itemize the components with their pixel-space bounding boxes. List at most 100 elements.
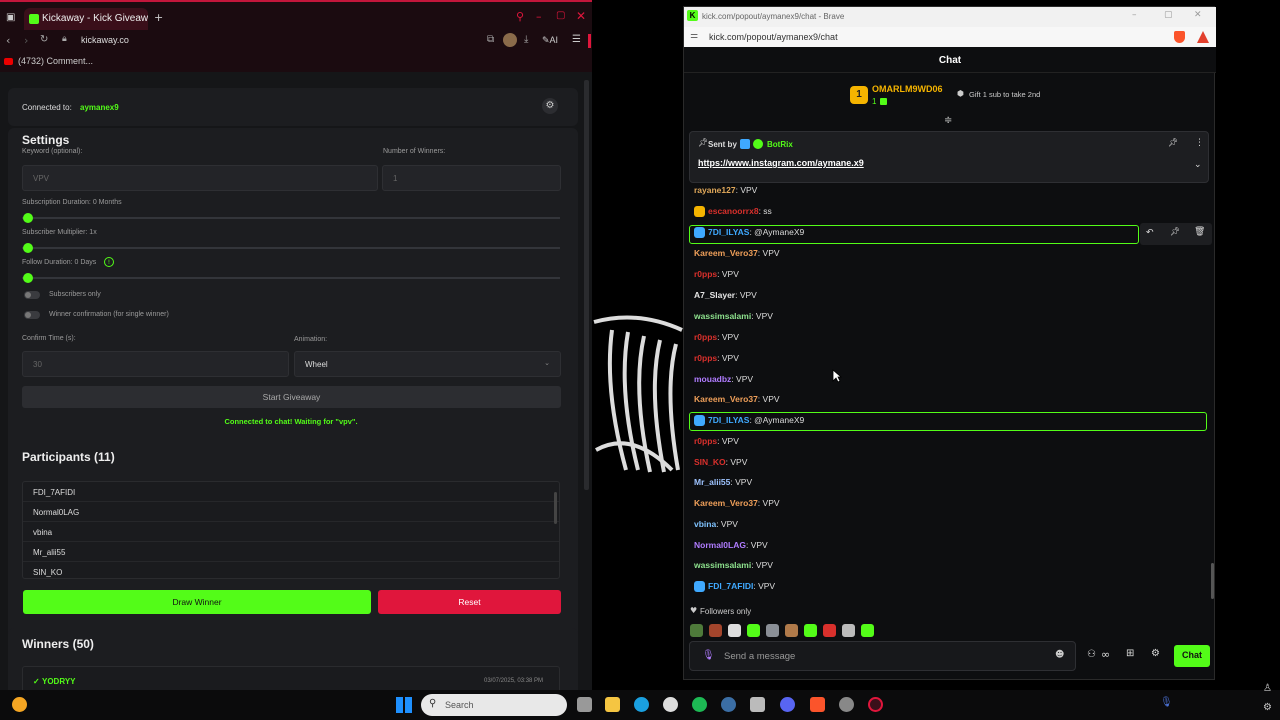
emote-icon[interactable] bbox=[804, 624, 817, 638]
slider-knob[interactable] bbox=[23, 243, 33, 253]
chat-username[interactable]: 7DI_ILYAS bbox=[708, 227, 749, 237]
slider-knob[interactable] bbox=[23, 273, 33, 283]
pinned-author[interactable]: BotRix bbox=[767, 140, 793, 149]
chat-settings-icon[interactable]: ⚙ bbox=[1151, 648, 1160, 659]
winners-input[interactable]: 1 bbox=[382, 165, 561, 191]
chat-username[interactable]: r0pps bbox=[694, 269, 717, 279]
bookmark-item[interactable]: (4732) Comment... bbox=[18, 56, 93, 66]
pinned-link[interactable]: https://www.instagram.com/aymane.x9 bbox=[698, 158, 864, 168]
emote-icon[interactable] bbox=[785, 624, 798, 638]
follow-duration-slider[interactable] bbox=[22, 273, 560, 283]
collapse-icon[interactable]: ≑ bbox=[944, 115, 952, 126]
page-scrollbar[interactable] bbox=[584, 80, 589, 490]
start-button[interactable] bbox=[396, 697, 412, 713]
chat-username[interactable]: mouadbz bbox=[694, 374, 731, 384]
gift-cta[interactable]: Gift 1 sub to take 2nd bbox=[969, 90, 1040, 99]
brave-shield-icon[interactable] bbox=[1174, 31, 1185, 43]
keyword-input[interactable]: VPV bbox=[22, 165, 378, 191]
message-input[interactable]: 🎙︎ Send a message ☻ bbox=[689, 641, 1076, 671]
chat-username[interactable]: Kareem_Vero37 bbox=[694, 394, 758, 404]
workspaces-icon[interactable]: ▣ bbox=[6, 12, 15, 23]
edge-icon[interactable] bbox=[634, 697, 649, 712]
unpin-icon[interactable]: 📌︎ bbox=[1168, 138, 1178, 147]
animation-select[interactable]: Wheel ⌄ bbox=[294, 351, 561, 377]
reset-button[interactable]: Reset bbox=[378, 590, 561, 614]
pin-message-icon[interactable]: 📌︎ bbox=[1170, 227, 1180, 236]
maximize-icon[interactable]: ▢ bbox=[1164, 10, 1173, 20]
opera-icon[interactable] bbox=[868, 697, 883, 712]
subscribers-only-toggle[interactable] bbox=[24, 291, 40, 299]
chat-username[interactable]: A7_Slayer bbox=[694, 290, 735, 300]
chat-username[interactable]: SIN_KO bbox=[694, 457, 726, 467]
chat-username[interactable]: Kareem_Vero37 bbox=[694, 498, 758, 508]
back-icon[interactable]: ‹ bbox=[6, 34, 10, 47]
spotify-icon[interactable] bbox=[692, 697, 707, 712]
menu-icon[interactable]: ☰ bbox=[572, 34, 581, 45]
reload-icon[interactable]: ↻ bbox=[40, 34, 48, 45]
site-settings-icon[interactable]: ⚌ bbox=[690, 31, 698, 41]
emote-icon[interactable] bbox=[823, 624, 836, 638]
taskbar-search[interactable]: ⚲ Search bbox=[421, 694, 567, 716]
settings-tray-icon[interactable]: ⚙ bbox=[1263, 702, 1272, 713]
minimize-icon[interactable]: – bbox=[1132, 10, 1137, 20]
weather-icon[interactable] bbox=[12, 697, 27, 712]
emote-icon[interactable] bbox=[709, 624, 722, 638]
mail-icon[interactable] bbox=[750, 697, 765, 712]
close-window-icon[interactable]: ✕ bbox=[576, 9, 586, 23]
chat-username[interactable]: wassimsalami bbox=[694, 560, 751, 570]
chat-username[interactable]: escanoorrx8 bbox=[708, 206, 759, 216]
file-explorer-icon[interactable] bbox=[605, 697, 620, 712]
forward-icon[interactable]: › bbox=[24, 34, 28, 47]
gift-button-icon[interactable]: ⊞ bbox=[1126, 648, 1134, 659]
close-window-icon[interactable]: ✕ bbox=[1194, 10, 1202, 20]
sub-duration-slider[interactable] bbox=[22, 213, 560, 223]
steam-icon[interactable] bbox=[721, 697, 736, 712]
chat-username[interactable]: 7DI_ILYAS bbox=[708, 415, 749, 425]
tab-kickaway[interactable]: Kickaway - Kick Giveaway bbox=[24, 8, 148, 32]
download-icon[interactable]: ⤓ bbox=[524, 34, 528, 45]
chat-username[interactable]: vbina bbox=[694, 519, 716, 529]
chat-username[interactable]: Mr_alii55 bbox=[694, 477, 730, 487]
emote-icon[interactable] bbox=[747, 624, 760, 638]
profile-avatar[interactable] bbox=[503, 33, 517, 47]
scrollbar[interactable] bbox=[554, 492, 557, 524]
chat-username[interactable]: r0pps bbox=[694, 332, 717, 342]
kickbot-icon[interactable]: ⚇ bbox=[1087, 649, 1096, 660]
chat-username[interactable]: r0pps bbox=[694, 436, 717, 446]
emote-icon[interactable] bbox=[728, 624, 741, 638]
winner-confirmation-toggle[interactable] bbox=[24, 311, 40, 319]
chat-username[interactable]: r0pps bbox=[694, 353, 717, 363]
emote-icon[interactable] bbox=[842, 624, 855, 638]
chat-username[interactable]: Normal0LAG bbox=[694, 540, 746, 550]
xbox-icon[interactable] bbox=[663, 697, 678, 712]
chat-username[interactable]: Kareem_Vero37 bbox=[694, 248, 758, 258]
minimize-icon[interactable]: – bbox=[536, 10, 542, 23]
brave-rewards-icon[interactable] bbox=[1197, 31, 1209, 43]
infinity-icon[interactable]: ∞ bbox=[1101, 648, 1110, 661]
draw-winner-button[interactable]: Draw Winner bbox=[23, 590, 371, 614]
microphone-tray-icon[interactable]: 🎙︎ bbox=[1160, 697, 1173, 708]
participants-list[interactable]: FDI_7AFIDI Normal0LAG vbina Mr_alii55 SI… bbox=[22, 481, 560, 579]
reply-icon[interactable]: ↶ bbox=[1146, 228, 1154, 238]
app-icon[interactable] bbox=[839, 697, 854, 712]
emoji-icon[interactable]: ☻ bbox=[1055, 650, 1064, 660]
more-options-icon[interactable]: ⋮ bbox=[1195, 138, 1204, 148]
emote-icon[interactable] bbox=[690, 624, 703, 638]
settings-gear-icon[interactable]: ⚙ bbox=[542, 98, 558, 114]
discord-icon[interactable] bbox=[780, 697, 795, 712]
extension-icon[interactable]: ⧉ bbox=[487, 34, 494, 45]
chat-username[interactable]: rayane127 bbox=[694, 185, 736, 195]
start-giveaway-button[interactable]: Start Giveaway bbox=[22, 386, 561, 408]
search-tabs-icon[interactable]: ⚲ bbox=[516, 10, 524, 23]
new-tab-button[interactable]: + bbox=[154, 11, 163, 24]
ai-button[interactable]: ✎AI bbox=[542, 35, 558, 46]
top-gifter-name[interactable]: OMARLM9WD06 bbox=[872, 84, 943, 94]
chat-send-button[interactable]: Chat bbox=[1174, 645, 1210, 667]
slider-knob[interactable] bbox=[23, 213, 33, 223]
person-tray-icon[interactable]: ♙ bbox=[1263, 683, 1272, 694]
microphone-icon[interactable]: 🎙︎ bbox=[702, 650, 715, 661]
brave-icon[interactable] bbox=[810, 697, 825, 712]
chat-username[interactable]: wassimsalami bbox=[694, 311, 751, 321]
chat-username[interactable]: FDI_7AFIDI bbox=[708, 581, 753, 591]
emote-icon[interactable] bbox=[861, 624, 874, 638]
